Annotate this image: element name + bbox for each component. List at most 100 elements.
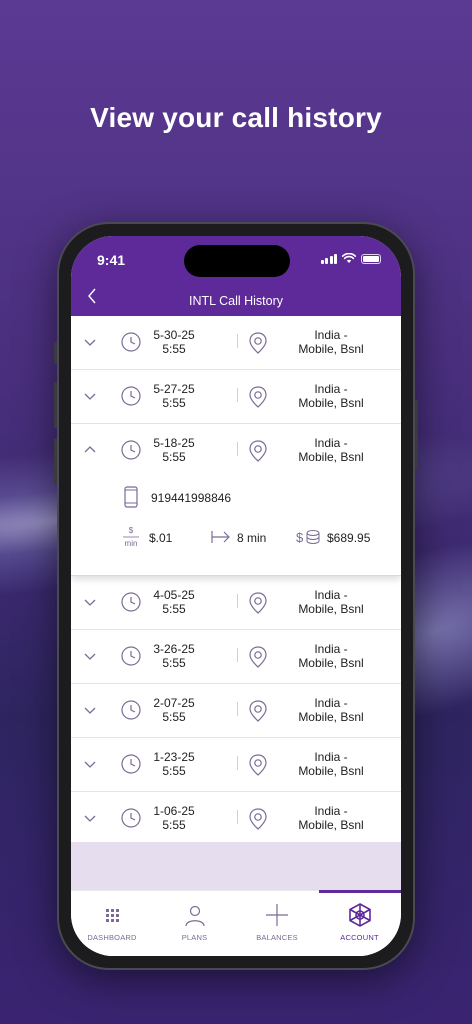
call-duration: 8 min — [237, 531, 267, 545]
clock-icon — [121, 440, 141, 460]
tab-label: BALANCES — [256, 933, 298, 942]
status-icons — [320, 253, 381, 264]
call-date: 4-05-25 — [153, 588, 195, 602]
location-pin-icon — [248, 332, 268, 354]
call-time: 5:55 — [162, 342, 186, 356]
mute-switch — [54, 342, 57, 364]
call-date: 2-07-25 — [153, 696, 195, 710]
svg-text:$: $ — [296, 530, 304, 545]
per-minute-rate-icon: $ min — [121, 525, 141, 549]
call-time: 5:55 — [162, 764, 186, 778]
call-destination: India - Mobile, Bsnl — [281, 382, 381, 410]
battery-icon — [361, 253, 381, 264]
call-row[interactable]: 1-23-25 5:55 India - Mobile, Bsnl — [71, 738, 401, 792]
chevron-down-icon[interactable] — [83, 649, 97, 663]
call-date: 5-30-25 — [153, 328, 195, 342]
dynamic-island — [184, 245, 290, 277]
destination-network: Mobile, Bsnl — [298, 342, 364, 356]
destination-country: India - — [314, 642, 348, 656]
location-pin-icon — [248, 754, 268, 776]
call-row[interactable]: 5-30-25 5:55 India - Mobile, Bsnl — [71, 316, 401, 370]
duration-arrow-icon — [211, 530, 231, 544]
power-button — [415, 400, 418, 470]
volume-down-button — [54, 438, 57, 484]
call-datetime: 4-05-25 5:55 — [149, 588, 199, 616]
chevron-down-icon[interactable] — [83, 703, 97, 717]
app-header: 9:41 INTL Call History — [71, 236, 401, 316]
call-destination: India - Mobile, Bsnl — [281, 750, 381, 778]
chevron-down-icon[interactable] — [83, 335, 97, 349]
location-pin-icon — [248, 808, 268, 830]
divider — [237, 442, 238, 456]
clock-icon — [121, 754, 141, 774]
location-pin-icon — [248, 646, 268, 668]
destination-country: India - — [314, 328, 348, 342]
divider — [237, 334, 238, 348]
destination-country: India - — [314, 382, 348, 396]
mobile-phone-icon — [124, 486, 138, 508]
call-datetime: 2-07-25 5:55 — [149, 696, 199, 724]
divider — [237, 756, 238, 770]
tab-plans[interactable]: PLANS — [154, 891, 236, 956]
call-date: 3-26-25 — [153, 642, 195, 656]
svg-text:$: $ — [129, 526, 134, 535]
call-datetime: 3-26-25 5:55 — [149, 642, 199, 670]
chevron-up-icon[interactable] — [83, 443, 97, 457]
destination-country: India - — [314, 436, 348, 450]
call-time: 5:55 — [162, 710, 186, 724]
call-datetime: 5-27-25 5:55 — [149, 382, 199, 410]
destination-country: India - — [314, 804, 348, 818]
call-destination: India - Mobile, Bsnl — [281, 328, 381, 356]
divider — [237, 648, 238, 662]
call-history-list: 5-30-25 5:55 India - Mobile, Bsnl 5-27-2… — [71, 316, 401, 846]
clock-icon — [121, 332, 141, 352]
call-row[interactable]: 5-18-25 5:55 India - Mobile, Bsnl 919441… — [71, 424, 401, 576]
chevron-down-icon[interactable] — [83, 389, 97, 403]
call-row[interactable]: 4-05-25 5:55 India - Mobile, Bsnl — [71, 576, 401, 630]
clock-icon — [121, 386, 141, 406]
status-time: 9:41 — [97, 252, 126, 268]
tab-dashboard[interactable]: DASHBOARD — [71, 891, 153, 956]
call-time: 5:55 — [162, 602, 186, 616]
list-footer-band — [71, 842, 401, 890]
call-row[interactable]: 3-26-25 5:55 India - Mobile, Bsnl — [71, 630, 401, 684]
destination-network: Mobile, Bsnl — [298, 764, 364, 778]
volume-up-button — [54, 382, 57, 428]
promo-headline: View your call history — [90, 102, 382, 133]
call-row[interactable]: 5-27-25 5:55 India - Mobile, Bsnl — [71, 370, 401, 424]
call-time: 5:55 — [162, 656, 186, 670]
call-row[interactable]: 2-07-25 5:55 India - Mobile, Bsnl — [71, 684, 401, 738]
call-destination: India - Mobile, Bsnl — [281, 804, 381, 832]
destination-network: Mobile, Bsnl — [298, 396, 364, 410]
call-time: 5:55 — [162, 818, 186, 832]
chevron-down-icon[interactable] — [83, 595, 97, 609]
divider — [237, 594, 238, 608]
call-datetime: 1-06-25 5:55 — [149, 804, 199, 832]
call-date: 1-23-25 — [153, 750, 195, 764]
tab-balances[interactable]: BALANCES — [236, 891, 318, 956]
call-datetime: 5-18-25 5:55 — [149, 436, 199, 464]
call-destination: India - Mobile, Bsnl — [281, 696, 381, 724]
tab-label: ACCOUNT — [340, 933, 379, 942]
call-destination: India - Mobile, Bsnl — [281, 642, 381, 670]
page-title: INTL Call History — [189, 294, 283, 308]
clock-icon — [121, 592, 141, 612]
tab-account[interactable]: ACCOUNT — [318, 890, 401, 956]
location-pin-icon — [248, 440, 268, 462]
call-destination: India - Mobile, Bsnl — [281, 436, 381, 464]
plus-icon — [265, 903, 289, 927]
account-logo-icon — [348, 903, 372, 927]
person-icon — [183, 903, 207, 927]
chevron-down-icon[interactable] — [83, 811, 97, 825]
grid-icon — [100, 903, 124, 927]
remaining-balance: $689.95 — [327, 531, 371, 545]
destination-network: Mobile, Bsnl — [298, 818, 364, 832]
svg-text:min: min — [125, 539, 138, 548]
call-date: 5-18-25 — [153, 436, 195, 450]
chevron-down-icon[interactable] — [83, 757, 97, 771]
balance-coins-icon: $ — [295, 528, 321, 546]
call-row[interactable]: 1-06-25 5:55 India - Mobile, Bsnl — [71, 792, 401, 846]
destination-network: Mobile, Bsnl — [298, 656, 364, 670]
location-pin-icon — [248, 386, 268, 408]
location-pin-icon — [248, 592, 268, 614]
